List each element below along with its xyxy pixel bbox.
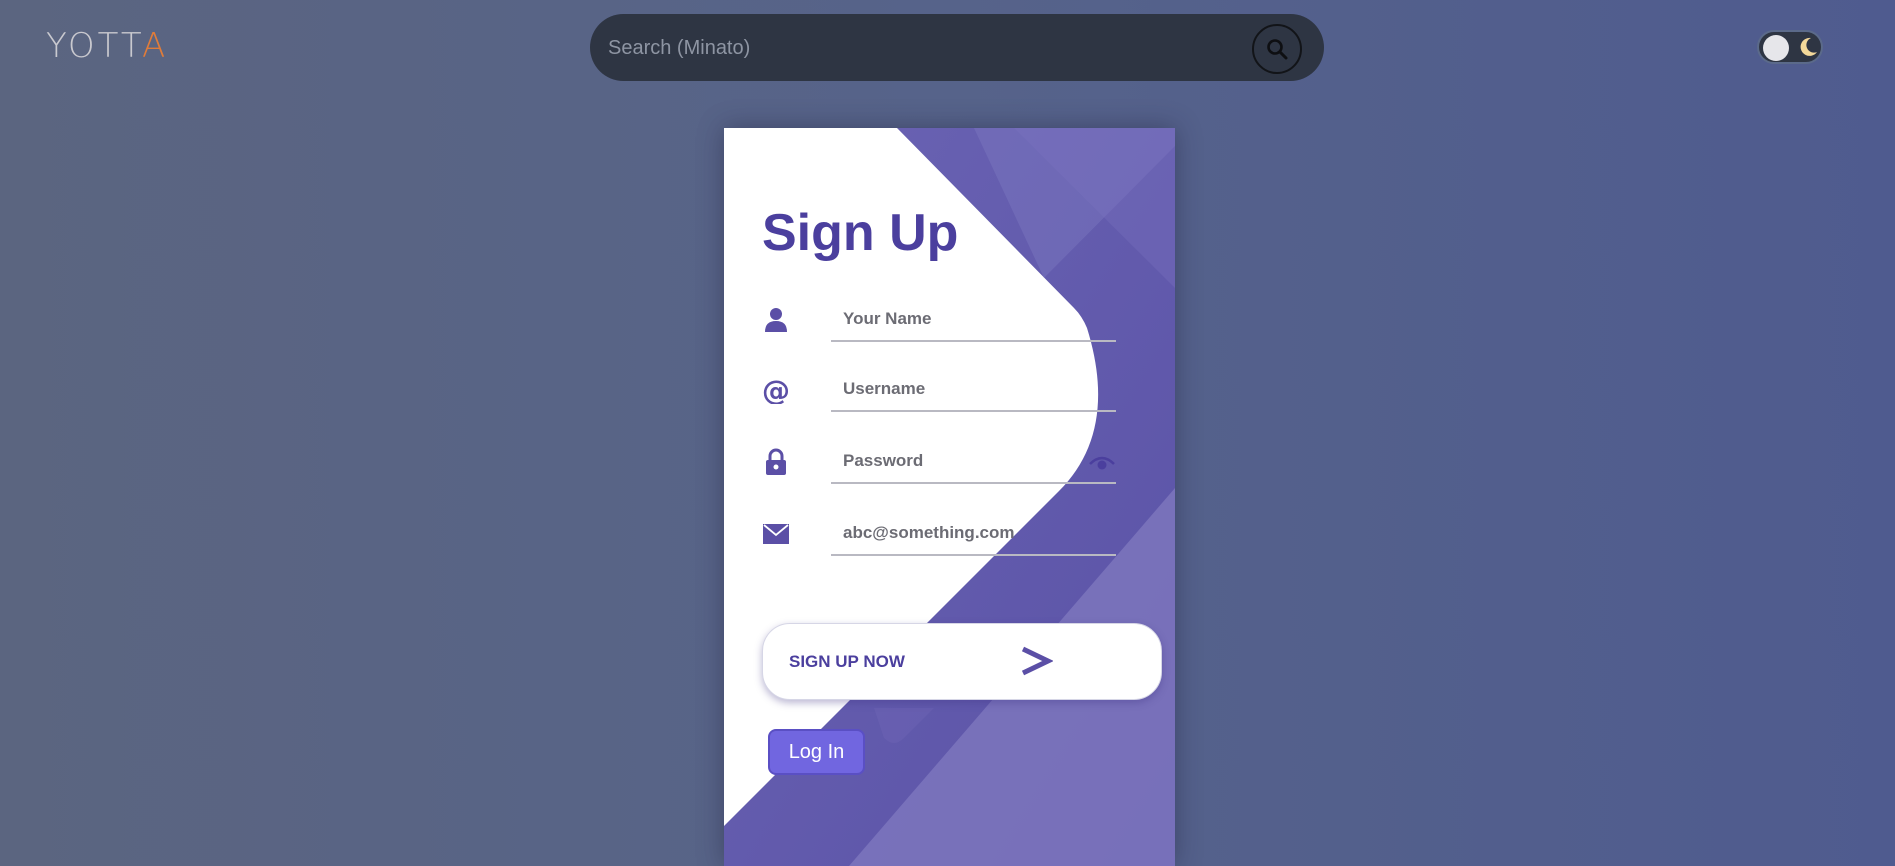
search-input[interactable]: [606, 14, 1230, 83]
password-field-row: [762, 440, 1116, 486]
app-logo[interactable]: YOTTA: [46, 26, 168, 66]
lock-icon: [762, 448, 790, 476]
email-input[interactable]: [831, 512, 1116, 556]
theme-toggle[interactable]: [1757, 30, 1823, 64]
login-button[interactable]: Log In: [768, 729, 865, 775]
toggle-knob: [1763, 35, 1789, 61]
email-field-row: [762, 512, 1116, 558]
search-icon: [1267, 39, 1288, 60]
page-title: Sign Up: [762, 204, 959, 262]
logo-text: YOTT: [46, 26, 142, 66]
username-field-row: @: [762, 368, 1116, 414]
logo-accent: A: [141, 26, 169, 66]
search-bar: [590, 14, 1324, 83]
username-input[interactable]: [831, 368, 1116, 412]
search-button[interactable]: [1252, 24, 1302, 74]
signup-card: Sign Up @: [724, 128, 1175, 866]
password-input[interactable]: [831, 440, 1116, 484]
moon-icon: [1800, 37, 1817, 56]
name-field-row: [762, 298, 1116, 344]
user-icon: [762, 306, 790, 334]
envelope-icon: [762, 520, 790, 548]
svg-text:@: @: [762, 376, 790, 404]
signup-button-label: SIGN UP NOW: [789, 652, 905, 671]
signup-button[interactable]: SIGN UP NOW: [762, 623, 1162, 700]
name-input[interactable]: [831, 298, 1116, 342]
at-icon: @: [762, 376, 790, 404]
arrow-right-icon: [1021, 646, 1053, 676]
eye-icon[interactable]: [1089, 454, 1115, 472]
